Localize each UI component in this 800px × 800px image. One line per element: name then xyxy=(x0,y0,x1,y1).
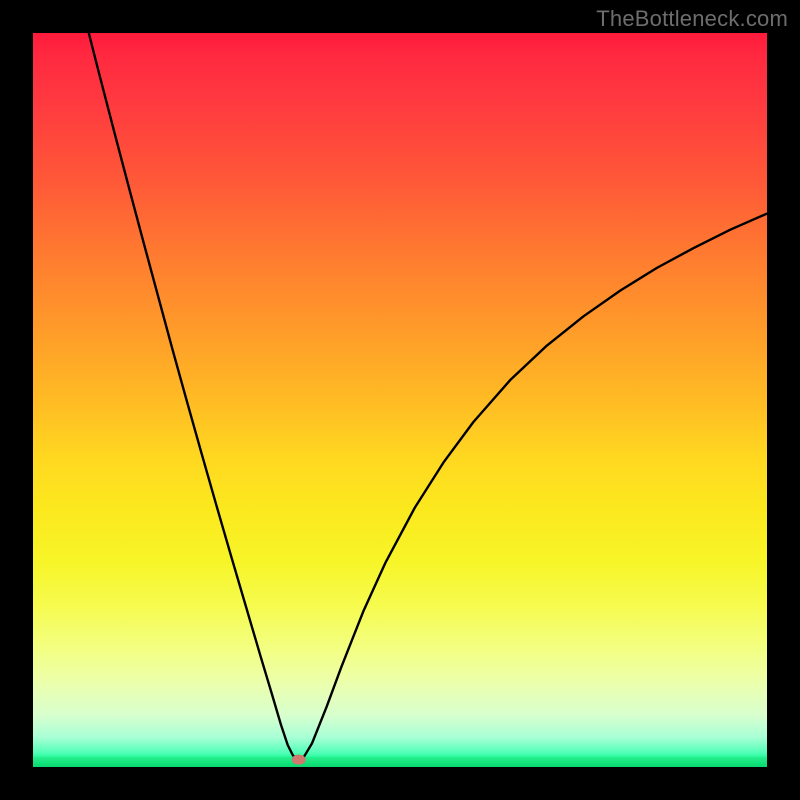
chart-frame: TheBottleneck.com xyxy=(0,0,800,800)
curve-right-branch xyxy=(297,214,767,760)
minimum-marker xyxy=(292,755,306,765)
curve-left-branch xyxy=(89,33,297,760)
plot-area xyxy=(33,33,767,767)
curve-layer xyxy=(33,33,767,767)
watermark-text: TheBottleneck.com xyxy=(596,6,788,32)
